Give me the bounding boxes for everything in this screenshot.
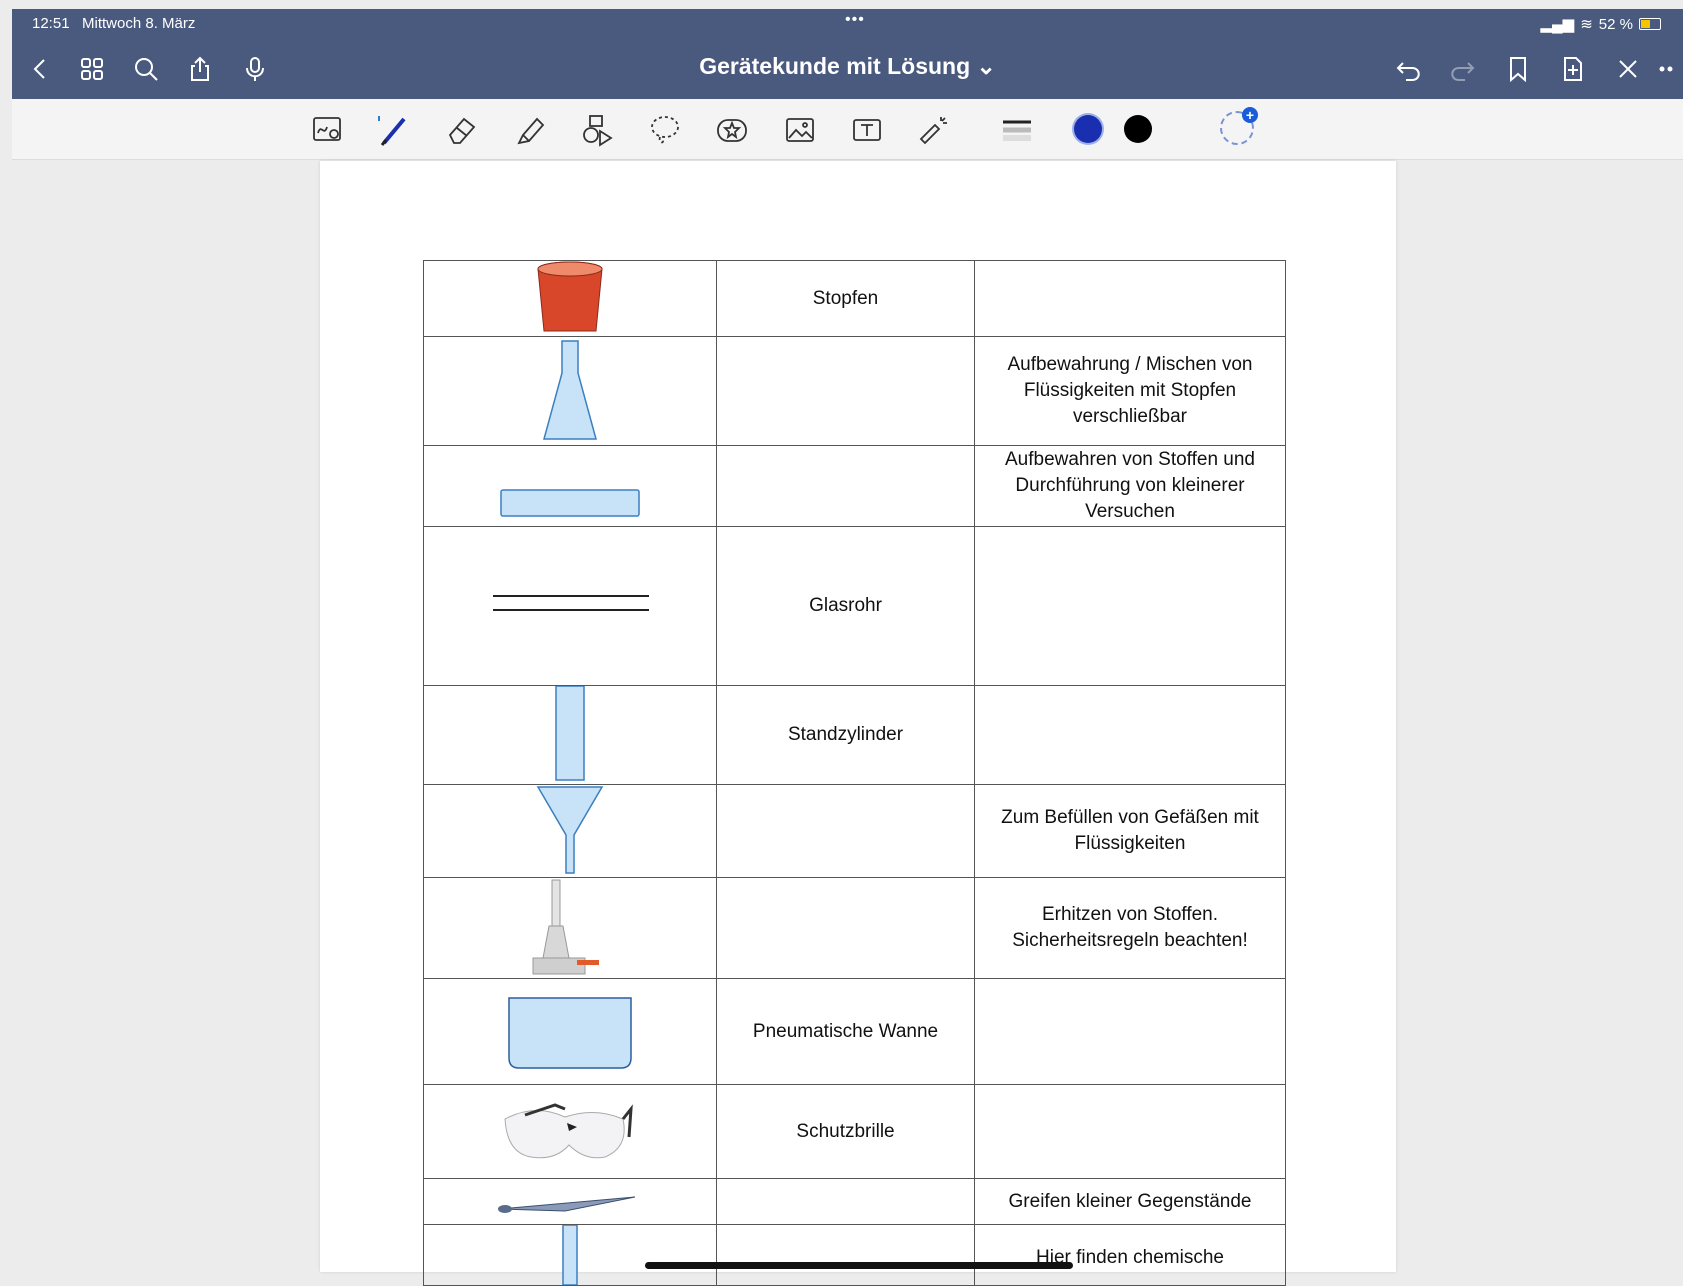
table-cell-use: [974, 526, 1286, 686]
table-cell-use: Zum Befüllen von Gefäßen mit Flüssigkeit…: [974, 784, 1286, 878]
sticker-icon[interactable]: [713, 111, 751, 149]
redo-icon[interactable]: [1447, 53, 1479, 85]
table-row: Greifen kleiner Gegenstände: [423, 1178, 1286, 1225]
home-indicator[interactable]: [645, 1262, 1073, 1269]
signal-icon: ▂▄▆: [1540, 16, 1575, 33]
table-row: Pneumatische Wanne: [423, 978, 1286, 1085]
tweezers-image: [423, 1178, 717, 1225]
document-title[interactable]: Gerätekunde mit Lösung ⌄: [12, 53, 1683, 80]
safety-goggles-image: [423, 1084, 717, 1179]
stopper-image: [423, 260, 717, 337]
image-icon[interactable]: [781, 111, 819, 149]
pen-icon[interactable]: [374, 111, 412, 149]
table-row: Standzylinder: [423, 685, 1286, 785]
table-row: Aufbewahren von Stoffen und Durchführung…: [423, 445, 1286, 527]
shapes-icon[interactable]: [578, 111, 616, 149]
add-page-icon[interactable]: [1557, 53, 1589, 85]
table-row: Stopfen: [423, 260, 1286, 337]
table-cell-name: Standzylinder: [716, 685, 975, 785]
table-cell-name: Pneumatische Wanne: [716, 978, 975, 1085]
status-date: Mittwoch 8. März: [82, 15, 196, 32]
wifi-icon: ≋: [1580, 16, 1593, 33]
lasso-icon[interactable]: [646, 111, 684, 149]
table-row: Glasrohr: [423, 526, 1286, 686]
textbox-icon[interactable]: [848, 111, 886, 149]
table-cell-use: Greifen kleiner Gegenstände: [974, 1178, 1286, 1225]
close-icon[interactable]: [1612, 53, 1644, 85]
table-row: Aufbewahrung / Mischen von Flüssigkeiten…: [423, 336, 1286, 446]
status-time: 12:51: [32, 15, 70, 32]
table-row: Erhitzen von Stoffen. Sicherheitsregeln …: [423, 877, 1286, 979]
add-color-icon[interactable]: +: [1220, 107, 1258, 145]
table-cell-name: Stopfen: [716, 260, 975, 337]
glass-tube-image: [423, 526, 717, 686]
drawing-toolbar: [12, 99, 1683, 160]
equipment-table: Stopfen Aufbewahrung / Mischen von Flüss…: [423, 260, 1286, 1286]
table-row: Zum Befüllen von Gefäßen mit Flüssigkeit…: [423, 784, 1286, 878]
laser-pointer-icon[interactable]: [915, 111, 953, 149]
table-cell-name: Schutzbrille: [716, 1084, 975, 1179]
funnel-image: [423, 784, 717, 878]
status-indicators: ▂▄▆ ≋ 52 %: [1541, 15, 1661, 33]
bookmark-icon[interactable]: [1502, 53, 1534, 85]
table-cell-use: [974, 1084, 1286, 1179]
table-cell-use: [974, 260, 1286, 337]
table-cell-name: [716, 336, 975, 446]
table-cell-use: Erhitzen von Stoffen. Sicherheitsregeln …: [974, 877, 1286, 979]
app-header: 12:51 Mittwoch 8. März ••• ▂▄▆ ≋ 52 % Ge…: [12, 9, 1683, 99]
table-cell-use: Aufbewahrung / Mischen von Flüssigkeiten…: [974, 336, 1286, 446]
table-cell-use: [974, 978, 1286, 1085]
table-cell-use: [974, 685, 1286, 785]
selected-color-swatch[interactable]: [1074, 115, 1102, 143]
table-cell-name: Glasrohr: [716, 526, 975, 686]
black-color-swatch[interactable]: [1124, 115, 1152, 143]
battery-percent: 52 %: [1598, 15, 1633, 33]
table-cell-name: [716, 445, 975, 527]
table-cell-name: [716, 1224, 975, 1286]
highlighter-icon[interactable]: [511, 111, 549, 149]
table-cell-use: Hier finden chemische: [974, 1224, 1286, 1286]
test-tube-image: [423, 1224, 717, 1286]
table-row: Hier finden chemische: [423, 1224, 1286, 1286]
battery-icon: [1639, 18, 1661, 30]
table-cell-use: Aufbewahren von Stoffen und Durchführung…: [974, 445, 1286, 527]
multitasking-dots[interactable]: •••: [845, 11, 865, 29]
table-cell-name: [716, 877, 975, 979]
stroke-width-icon[interactable]: [998, 111, 1036, 149]
bunsen-burner-image: [423, 877, 717, 979]
undo-icon[interactable]: [1392, 53, 1424, 85]
table-cell-name: [716, 1178, 975, 1225]
eraser-icon[interactable]: [443, 111, 481, 149]
standing-cylinder-image: [423, 685, 717, 785]
petri-dish-image: [423, 445, 717, 527]
more-icon[interactable]: [1652, 53, 1683, 85]
pneumatic-trough-image: [423, 978, 717, 1085]
table-cell-name: [716, 784, 975, 878]
erlenmeyer-flask-image: [423, 336, 717, 446]
table-row: Schutzbrille: [423, 1084, 1286, 1179]
zoom-write-icon[interactable]: [309, 111, 347, 149]
